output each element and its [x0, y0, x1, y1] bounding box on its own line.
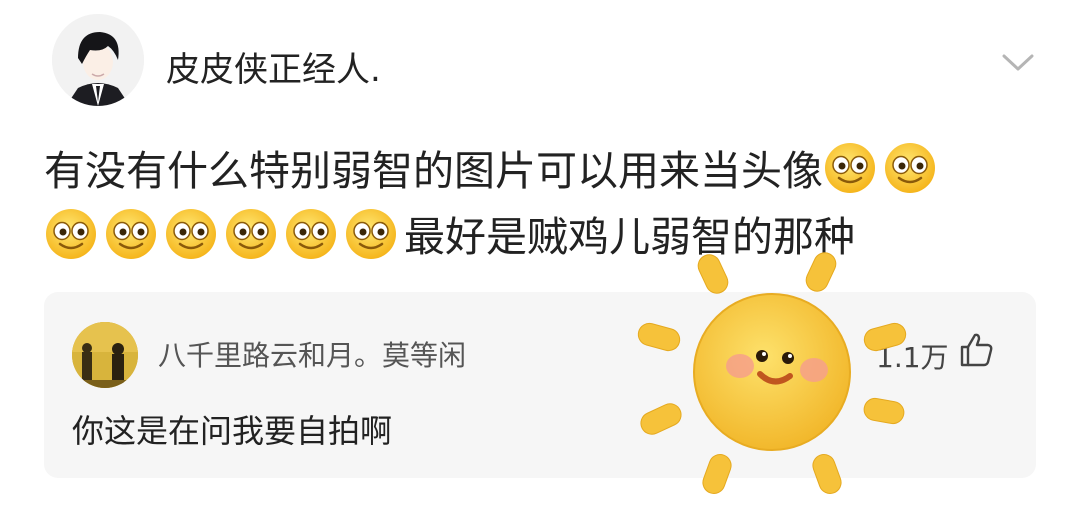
- cute-sun-sticker-icon: [637, 252, 907, 494]
- smiling-face-emoji-icon: [164, 207, 218, 261]
- comment-text: 你这是在问我要自拍啊: [72, 412, 393, 450]
- author-avatar[interactable]: [52, 14, 144, 106]
- smiling-face-emoji-icon: [883, 141, 937, 195]
- smiling-face-emoji-icon: [44, 207, 98, 261]
- thumbs-up-icon[interactable]: [956, 330, 996, 370]
- smiling-face-emoji-icon: [344, 207, 398, 261]
- commenter-avatar[interactable]: [72, 322, 138, 388]
- smiling-face-emoji-icon: [284, 207, 338, 261]
- avatar-illustration: [52, 14, 144, 106]
- chevron-down-icon[interactable]: [1000, 50, 1036, 74]
- post-text-line1: 有没有什么特别弱智的图片可以用来当头像: [44, 147, 823, 195]
- smiling-face-emoji-icon: [104, 207, 158, 261]
- commenter-name[interactable]: 八千里路云和月。莫等闲: [158, 334, 466, 374]
- smiling-face-emoji-icon: [823, 141, 877, 195]
- commenter-avatar-photo: [72, 322, 138, 388]
- author-name[interactable]: 皮皮侠正经人.: [166, 42, 381, 91]
- smiling-face-emoji-icon: [224, 207, 278, 261]
